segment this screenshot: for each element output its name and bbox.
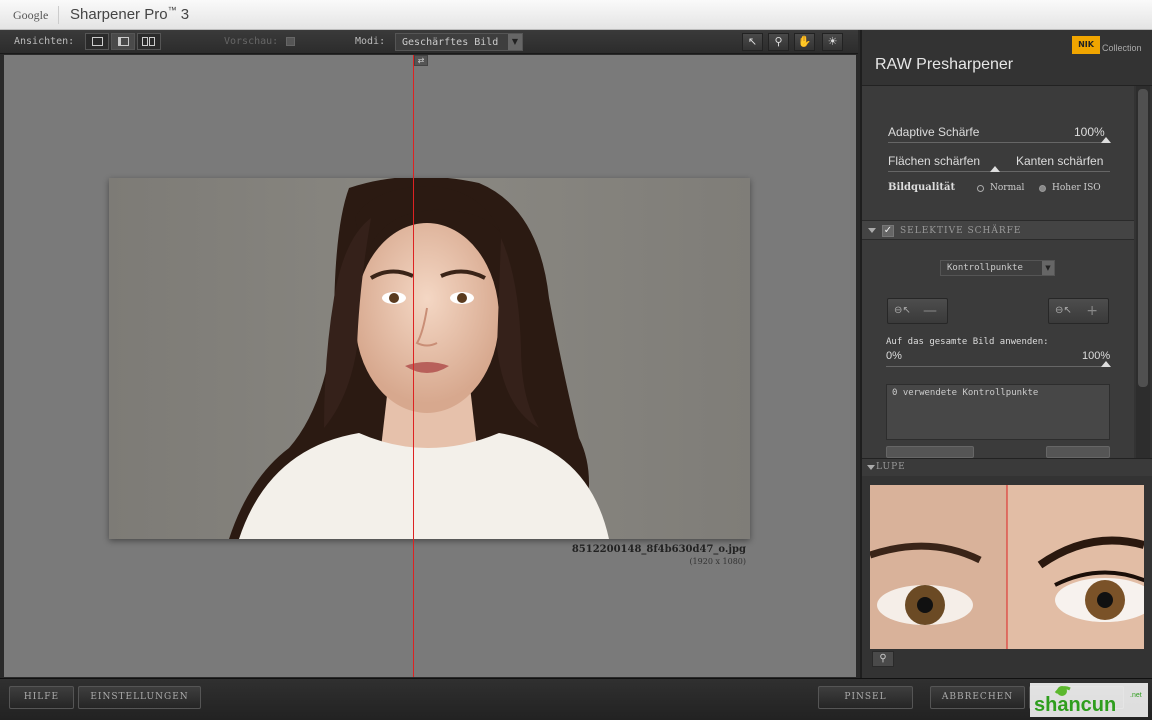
kanten-label: Kanten schärfen bbox=[1016, 154, 1104, 168]
cp-list-right-button[interactable] bbox=[1046, 446, 1110, 458]
vorschau-label: Vorschau: bbox=[224, 36, 279, 47]
apply-slider-handle[interactable] bbox=[1101, 361, 1111, 367]
control-points-count: 0 verwendete Kontrollpunkte bbox=[892, 388, 1039, 398]
minus-icon: — bbox=[923, 303, 937, 319]
plus-icon: + bbox=[1086, 303, 1098, 319]
single-view-icon bbox=[92, 37, 103, 46]
split-handle-icon: ⇄ bbox=[417, 56, 425, 65]
shancun-watermark: shancun .net bbox=[1030, 683, 1148, 717]
nik-logo: NIK bbox=[1072, 36, 1100, 54]
filter-title: RAW Presharpener bbox=[875, 56, 1014, 73]
lupe-section-title: LUPE bbox=[876, 462, 906, 472]
lightbulb-button[interactable]: ☀ bbox=[822, 33, 843, 51]
split-handle[interactable]: ⇄ bbox=[414, 55, 428, 66]
magnifier-icon: ⚲ bbox=[774, 35, 783, 48]
cp-list-left-button[interactable] bbox=[886, 446, 974, 458]
portrait-image bbox=[229, 178, 609, 539]
kontrollpunkte-select[interactable]: Kontrollpunkte ▼ bbox=[940, 260, 1055, 276]
einstellungen-button[interactable]: EINSTELLUNGEN bbox=[78, 686, 201, 709]
control-point-icon: ⊖↖ bbox=[894, 305, 911, 316]
pointer-tool-button[interactable]: ↖ bbox=[742, 33, 763, 51]
kontrollpunkte-select-value: Kontrollpunkte bbox=[947, 263, 1023, 273]
modi-label: Modi: bbox=[355, 36, 386, 47]
collapse-triangle-icon bbox=[868, 228, 876, 233]
svg-text:shancun: shancun bbox=[1034, 694, 1116, 716]
title-separator bbox=[58, 6, 59, 24]
panel-scrollbar[interactable] bbox=[1136, 86, 1150, 458]
photo-preview bbox=[109, 178, 750, 539]
collapse-triangle-icon bbox=[867, 465, 875, 470]
apply-label: Auf das gesamte Bild anwenden: bbox=[886, 337, 1049, 347]
selective-checkbox[interactable]: ✓ bbox=[882, 225, 894, 237]
side-by-side-view-button[interactable] bbox=[137, 33, 161, 50]
lightbulb-icon: ☀ bbox=[827, 35, 838, 48]
chevron-down-icon: ▼ bbox=[508, 34, 522, 50]
hand-icon: ✋ bbox=[797, 35, 812, 48]
collection-label: Collection bbox=[1102, 43, 1142, 53]
scrollbar-thumb[interactable] bbox=[1138, 89, 1148, 387]
arrow-pointer-icon: ↖ bbox=[747, 35, 758, 48]
apply-slider-track[interactable] bbox=[886, 366, 1110, 367]
modi-select-value: Geschärftes Bild bbox=[402, 37, 499, 48]
vorschau-checkbox[interactable] bbox=[286, 37, 295, 46]
title-bar: Google Sharpener Pro™ 3 bbox=[0, 0, 1152, 30]
split-divider-line[interactable] bbox=[413, 55, 414, 677]
single-view-button[interactable] bbox=[85, 33, 109, 50]
split-view-icon bbox=[118, 37, 129, 46]
control-points-list[interactable]: 0 verwendete Kontrollpunkte bbox=[886, 384, 1110, 440]
bildqualitaet-label: Bildqualität bbox=[888, 182, 956, 193]
pin-loupe-button[interactable]: ⚲ bbox=[872, 651, 894, 667]
loupe-eyes-image bbox=[870, 485, 1144, 649]
svg-text:.net: .net bbox=[1130, 692, 1142, 699]
abbrechen-button[interactable]: ABBRECHEN bbox=[930, 686, 1025, 709]
image-filename: 8512200148_8f4b630d47_o.jpg bbox=[571, 544, 746, 555]
google-brand: Google bbox=[13, 8, 49, 22]
chevron-down-icon: ▼ bbox=[1042, 261, 1054, 275]
right-panel: NIK Collection RAW Presharpener Adaptive… bbox=[860, 30, 1152, 678]
adaptive-label: Adaptive Schärfe bbox=[888, 125, 980, 139]
selective-section-header[interactable]: ✓ SELEKTIVE SCHÄRFE bbox=[862, 220, 1134, 240]
hand-tool-button[interactable]: ✋ bbox=[794, 33, 815, 51]
flaechen-label: Flächen schärfen bbox=[888, 154, 981, 168]
modi-select[interactable]: Geschärftes Bild ▼ bbox=[395, 33, 523, 51]
radio-normal-label: Normal bbox=[990, 183, 1025, 193]
adaptive-slider-handle[interactable] bbox=[1101, 137, 1111, 143]
side-by-side-left-icon bbox=[142, 37, 148, 46]
trademark: ™ bbox=[167, 5, 177, 15]
radio-normal[interactable] bbox=[977, 185, 984, 192]
radio-hoher-iso[interactable] bbox=[1039, 185, 1046, 192]
app-name: Sharpener Pro bbox=[70, 6, 168, 23]
radio-hoher-iso-label: Hoher ISO bbox=[1052, 183, 1101, 193]
remove-control-point-button[interactable]: ⊖↖ — bbox=[887, 298, 948, 324]
filter-controls: Adaptive Schärfe 100% Flächen schärfen K… bbox=[862, 86, 1134, 458]
pinsel-button[interactable]: PINSEL bbox=[818, 686, 913, 709]
zoom-tool-button[interactable]: ⚲ bbox=[768, 33, 789, 51]
app-title: Sharpener Pro™ 3 bbox=[70, 5, 189, 23]
control-point-icon: ⊖↖ bbox=[1055, 305, 1072, 316]
hilfe-button[interactable]: HILFE bbox=[9, 686, 74, 709]
adaptive-slider-track[interactable] bbox=[888, 142, 1110, 143]
image-dimensions: (1920 x 1080) bbox=[689, 557, 746, 566]
toolbar: Ansichten: Vorschau: Modi: Geschärftes B… bbox=[0, 30, 858, 54]
app-version: 3 bbox=[180, 6, 190, 23]
loupe-preview[interactable] bbox=[870, 485, 1144, 649]
apply-min: 0% bbox=[886, 350, 902, 362]
lupe-section-header[interactable]: LUPE bbox=[862, 458, 1152, 476]
flaechen-kanten-slider-handle[interactable] bbox=[990, 166, 1000, 172]
ansichten-label: Ansichten: bbox=[14, 36, 75, 47]
split-view-button[interactable] bbox=[111, 33, 135, 50]
selective-section-title: SELEKTIVE SCHÄRFE bbox=[900, 226, 1022, 236]
side-by-side-right-icon bbox=[149, 37, 155, 46]
bottom-bar: HILFE EINSTELLUNGEN PINSEL ABBRECHEN bbox=[0, 678, 1152, 720]
image-canvas[interactable]: ⇄ 8512200148_8f4b630d47_o.jpg (1920 x 10… bbox=[4, 55, 856, 677]
add-control-point-button[interactable]: ⊖↖ + bbox=[1048, 298, 1109, 324]
pin-icon: ⚲ bbox=[879, 653, 887, 664]
